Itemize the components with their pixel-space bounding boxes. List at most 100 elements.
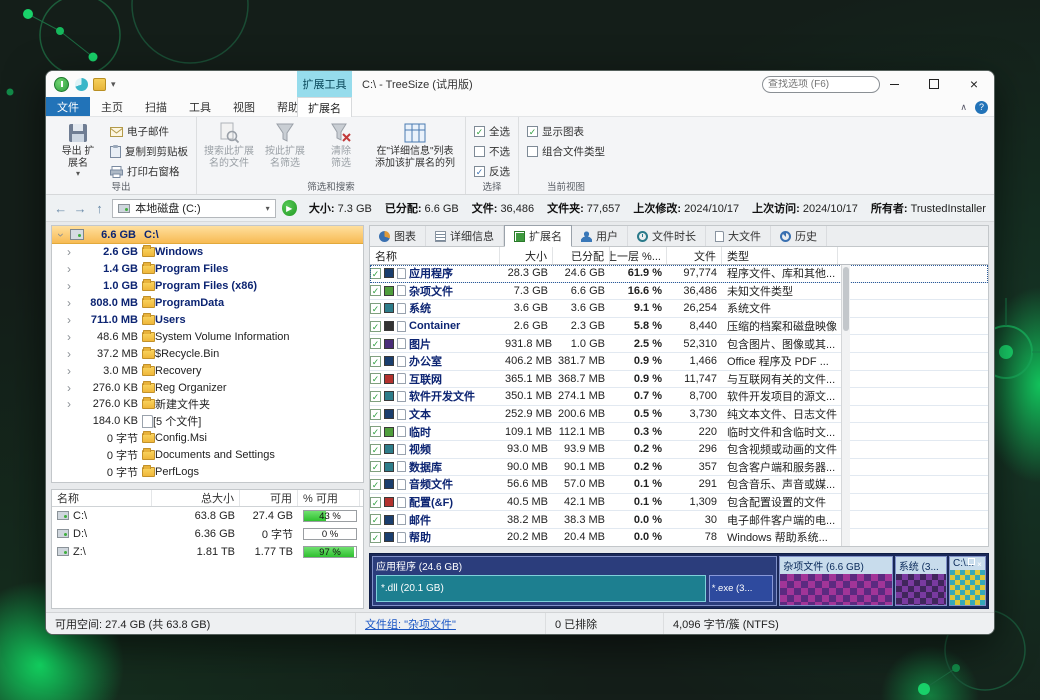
- ribbon-tab-3[interactable]: 扫描: [134, 97, 178, 116]
- clear-filter-button[interactable]: 清除 筛选: [313, 120, 369, 170]
- extensions-column-header[interactable]: 文件: [667, 247, 722, 264]
- maximize-button[interactable]: [914, 71, 954, 97]
- qat-dropdown-icon[interactable]: [111, 79, 116, 90]
- extension-row[interactable]: 文本 252.9 MB 200.6 MB 0.5 % 3,730 纯文本文件、日志文件: [370, 406, 988, 424]
- tree-item[interactable]: 1.4 GB Program Files: [52, 261, 363, 278]
- row-checkbox[interactable]: [370, 461, 381, 473]
- extensions-column-header[interactable]: 大小: [500, 247, 553, 264]
- back-icon[interactable]: [54, 201, 67, 216]
- treemap-panel[interactable]: 应用程序 (24.6 GB) *.dll (20.1 GB) *.exe (3.…: [369, 553, 989, 609]
- row-checkbox[interactable]: [370, 355, 381, 367]
- row-checkbox[interactable]: [370, 531, 381, 543]
- row-checkbox[interactable]: [370, 426, 381, 438]
- treemap-region-root[interactable]: C:\...: [949, 556, 986, 606]
- folder-icon[interactable]: [93, 77, 106, 91]
- tree-item[interactable]: 1.0 GB Program Files (x86): [52, 278, 363, 295]
- up-icon[interactable]: [93, 201, 106, 216]
- tab-extensions[interactable]: 扩展名: [297, 97, 352, 117]
- drive-row[interactable]: Z:\ 1.81 TB 1.77 TB 97 %: [52, 543, 363, 561]
- drive-row[interactable]: C:\ 63.8 GB 27.4 GB 43 %: [52, 507, 363, 525]
- scrollbar-thumb[interactable]: [843, 267, 849, 331]
- view-tab-clock[interactable]: 文件时长: [628, 226, 706, 246]
- row-checkbox[interactable]: [370, 285, 381, 297]
- extension-row[interactable]: 系统 3.6 GB 3.6 GB 9.1 % 26,254 系统文件: [370, 300, 988, 318]
- extension-row[interactable]: 数据库 90.0 MB 90.1 MB 0.2 % 357 包含客户端和服务器...: [370, 459, 988, 477]
- row-checkbox[interactable]: [370, 514, 381, 526]
- expand-chevron-icon[interactable]: [64, 347, 74, 361]
- tree-item[interactable]: 184.0 KB [5 个文件]: [52, 413, 363, 430]
- row-checkbox[interactable]: [370, 302, 381, 314]
- view-tab-list[interactable]: 详细信息: [426, 226, 504, 246]
- tree-item[interactable]: 808.0 MB ProgramData: [52, 295, 363, 312]
- extension-row[interactable]: 临时 109.1 MB 112.1 MB 0.3 % 220 临时文件和含临时文...: [370, 423, 988, 441]
- extension-row[interactable]: 邮件 38.2 MB 38.3 MB 0.0 % 30 电子邮件客户端的电...: [370, 511, 988, 529]
- row-checkbox[interactable]: [370, 320, 381, 332]
- copy-to-clipboard-button[interactable]: 复制到剪贴板: [106, 142, 192, 161]
- close-button[interactable]: [954, 71, 994, 97]
- extension-row[interactable]: Container 2.6 GB 2.3 GB 5.8 % 8,440 压缩的档案和磁盘映…: [370, 318, 988, 336]
- treemap-region-misc[interactable]: 杂项文件 (6.6 GB): [779, 556, 893, 606]
- view-tab-ext[interactable]: 扩展名: [504, 225, 572, 247]
- treemap-region-system[interactable]: 系统 (3...: [894, 556, 947, 606]
- expand-chevron-icon[interactable]: [64, 364, 74, 378]
- drives-column-header[interactable]: 可用: [240, 490, 298, 506]
- search-extension-files-button[interactable]: 搜索此扩展 名的文件: [201, 120, 257, 170]
- ribbon-tab-5[interactable]: 视图: [222, 97, 266, 116]
- filter-by-extension-button[interactable]: 按此扩展 名筛选: [257, 120, 313, 170]
- titlebar[interactable]: 扩展工具 C:\ - TreeSize (试用版): [46, 71, 994, 97]
- extension-row[interactable]: 帮助 20.2 MB 20.4 MB 0.0 % 78 Windows 帮助系统...: [370, 529, 988, 546]
- extensions-column-header[interactable]: 名称: [370, 247, 500, 264]
- drives-column-header[interactable]: % 可用: [298, 490, 360, 506]
- expand-chevron-icon[interactable]: [64, 296, 74, 310]
- tree-item[interactable]: 3.0 MB Recovery: [52, 362, 363, 379]
- view-tab-user[interactable]: 用户: [572, 226, 628, 246]
- view-tab-pie[interactable]: 图表: [370, 226, 426, 246]
- row-checkbox[interactable]: [370, 267, 381, 279]
- ribbon-tab-4[interactable]: 工具: [178, 97, 222, 116]
- email-button[interactable]: 电子邮件: [106, 122, 192, 141]
- search-box[interactable]: [762, 76, 900, 93]
- ribbon-tab-1[interactable]: 文件: [46, 97, 90, 116]
- treemap-restore-icon[interactable]: [968, 558, 975, 565]
- treemap-exe-block[interactable]: *.exe (3...: [708, 575, 774, 602]
- view-tab-history[interactable]: 历史: [771, 226, 827, 246]
- tree-item[interactable]: 276.0 KB 新建文件夹: [52, 396, 363, 413]
- tree-item[interactable]: 0 字节 PerfLogs: [52, 464, 363, 481]
- row-checkbox[interactable]: [370, 408, 381, 420]
- drives-column-header[interactable]: 名称: [52, 490, 152, 506]
- treemap-system-tiles[interactable]: [895, 574, 946, 605]
- extension-row[interactable]: 视频 93.0 MB 93.9 MB 0.2 % 296 包含视频或动画的文件: [370, 441, 988, 459]
- select-none-button[interactable]: 不选: [470, 142, 514, 161]
- tree-item[interactable]: 0 字节 Documents and Settings: [52, 447, 363, 464]
- drive-row[interactable]: D:\ 6.36 GB 0 字节 0 %: [52, 525, 363, 543]
- extension-row[interactable]: 办公室 406.2 MB 381.7 MB 0.9 % 1,466 Office 程序及 …: [370, 353, 988, 371]
- treemap-misc-tiles[interactable]: [780, 574, 892, 605]
- tree-item[interactable]: 48.6 MB System Volume Information: [52, 328, 363, 345]
- row-checkbox[interactable]: [370, 496, 381, 508]
- expand-chevron-icon[interactable]: [64, 245, 74, 259]
- view-tab-file[interactable]: 大文件: [706, 226, 771, 246]
- tree-item[interactable]: 2.6 GB Windows: [52, 244, 363, 261]
- expand-chevron-icon[interactable]: [54, 230, 68, 240]
- add-column-button[interactable]: 在"详细信息"列表 添加该扩展名的列: [369, 120, 461, 170]
- show-chart-toggle[interactable]: 显示图表: [523, 122, 609, 141]
- scan-progress-icon[interactable]: [75, 77, 88, 91]
- row-checkbox[interactable]: [370, 390, 381, 402]
- row-checkbox[interactable]: [370, 443, 381, 455]
- expand-chevron-icon[interactable]: [64, 313, 74, 327]
- tree-item[interactable]: 276.0 KB Reg Organizer: [52, 379, 363, 396]
- select-all-button[interactable]: 全选: [470, 122, 514, 141]
- extension-row[interactable]: 互联网 365.1 MB 368.7 MB 0.9 % 11,747 与互联网有关的文件.…: [370, 371, 988, 389]
- extensions-column-header[interactable]: 类型: [722, 247, 838, 264]
- row-checkbox[interactable]: [370, 373, 381, 385]
- combine-file-types-toggle[interactable]: 组合文件类型: [523, 142, 609, 161]
- location-dropdown[interactable]: 本地磁盘 (C:): [112, 198, 276, 218]
- expand-chevron-icon[interactable]: [64, 262, 74, 276]
- tree-item[interactable]: 0 字节 Config.Msi: [52, 430, 363, 447]
- extensions-column-header[interactable]: 占上一层 %...: [610, 247, 667, 264]
- extension-row[interactable]: 软件开发文件 350.1 MB 274.1 MB 0.7 % 8,700 软件开发项目的源…: [370, 388, 988, 406]
- status-file-group-link[interactable]: 文件组: "杂项文件": [365, 616, 456, 632]
- extension-row[interactable]: 配置(&F) 40.5 MB 42.1 MB 0.1 % 1,309 包含配置设置的文件: [370, 494, 988, 512]
- tree-root-row[interactable]: 6.6 GB C:\: [52, 226, 363, 244]
- row-checkbox[interactable]: [370, 338, 381, 350]
